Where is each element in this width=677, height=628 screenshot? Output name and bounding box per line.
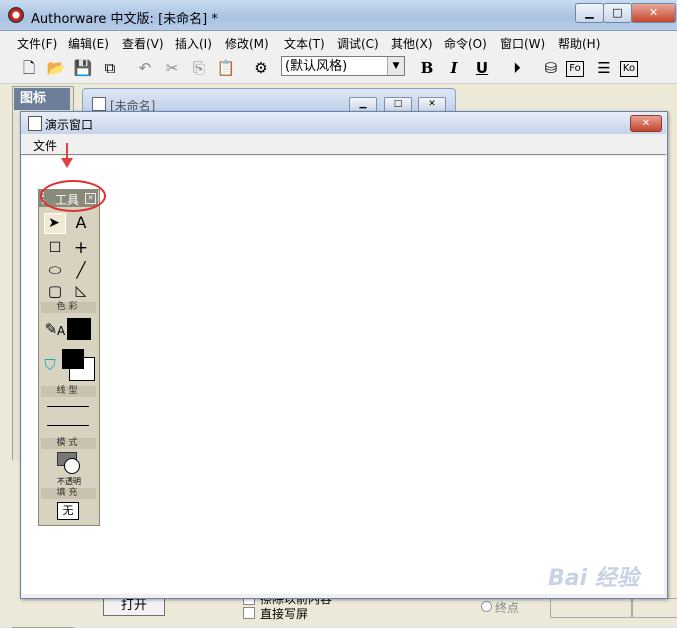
paste-icon[interactable]: 📋 — [215, 57, 237, 79]
import-icon[interactable]: ⧉ — [99, 57, 121, 79]
direct-write-checkbox[interactable] — [243, 607, 255, 619]
italic-button[interactable]: I — [443, 57, 465, 79]
menu-command[interactable]: 命令(O) — [444, 35, 487, 52]
fill-option[interactable]: 无 — [57, 502, 79, 520]
pointer-tool-icon[interactable]: ➤ — [44, 214, 64, 232]
run-icon[interactable]: ⏵ — [506, 57, 528, 79]
presentation-menu-bar — [21, 134, 666, 155]
style-select[interactable]: (默认风格) ▼ — [281, 56, 405, 76]
presentation-titlebar — [21, 112, 666, 134]
rounded-rectangle-tool-icon[interactable]: ▢ — [45, 282, 65, 300]
polygon-tool-icon[interactable]: ◺ — [71, 282, 91, 300]
section-mode: 模式 — [41, 438, 96, 449]
open-button[interactable]: 打开 — [103, 596, 165, 616]
copy-icon[interactable]: ⎘ — [188, 57, 210, 79]
ellipse-tool-icon[interactable]: ⬭ — [45, 261, 65, 279]
functions-button[interactable]: Fo — [566, 61, 584, 77]
direct-write-label: 直接写屏 — [260, 607, 309, 621]
menu-text[interactable]: 文本(T) — [284, 35, 325, 52]
property-field[interactable] — [632, 598, 677, 618]
app-title: Authorware 中文版: [未命名] * — [31, 12, 218, 27]
menu-modify[interactable]: 修改(M) — [225, 35, 269, 52]
chevron-down-icon: ▼ — [387, 57, 404, 75]
icons-panel-tab[interactable]: 图标 — [14, 88, 70, 110]
close-button[interactable]: ✕ — [631, 3, 676, 23]
presentation-window-icon — [28, 116, 42, 131]
section-fill: 填充 — [41, 488, 96, 499]
presentation-canvas[interactable] — [22, 156, 664, 594]
mode-circle-icon — [64, 458, 80, 474]
find-icon[interactable]: ⚙ — [250, 57, 272, 79]
bold-button[interactable]: B — [416, 57, 438, 79]
save-all-icon[interactable]: 💾 — [72, 57, 94, 79]
mode-label: 不透明 — [57, 477, 81, 486]
text-color-label: A — [57, 324, 66, 338]
line-tool-icon[interactable]: ╱ — [71, 261, 91, 279]
flowline-window-icon — [92, 97, 106, 111]
end-label: 终点 — [495, 601, 520, 615]
text-tool[interactable]: A — [71, 214, 91, 232]
menu-insert[interactable]: 插入(I) — [175, 35, 212, 52]
variables-icon[interactable]: ☰ — [593, 57, 615, 79]
open-file-icon[interactable]: 📂 — [45, 57, 67, 79]
menu-file[interactable]: 文件(F) — [17, 35, 57, 52]
new-file-icon[interactable]: 🗋 — [18, 57, 40, 79]
rectangle-tool-icon[interactable]: ☐ — [45, 239, 65, 257]
underline-button[interactable]: U — [471, 57, 493, 79]
menu-edit[interactable]: 编辑(E) — [68, 35, 109, 52]
section-color: 色彩 — [41, 302, 96, 313]
menu-other[interactable]: 其他(X) — [391, 35, 433, 52]
control-panel-icon[interactable]: ⛁ — [540, 57, 562, 79]
line-style-option[interactable] — [47, 406, 89, 407]
menu-window[interactable]: 窗口(W) — [500, 35, 545, 52]
minimize-button[interactable]: ▁ — [575, 3, 604, 23]
property-field[interactable] — [550, 598, 632, 618]
line-color-swatch[interactable] — [67, 318, 91, 340]
menu-help[interactable]: 帮助(H) — [558, 35, 600, 52]
foreground-color-swatch[interactable] — [62, 349, 84, 369]
menu-bar: 文件(F) 编辑(E) 查看(V) 插入(I) 修改(M) 文本(T) 调试(C… — [0, 31, 677, 53]
presentation-menu-file[interactable]: 文件 — [33, 137, 57, 154]
style-select-value: (默认风格) — [285, 59, 348, 74]
authorware-logo-icon — [8, 7, 24, 23]
line-style-option[interactable] — [47, 425, 89, 426]
end-radio[interactable] — [481, 601, 492, 612]
watermark: Bai 经验 — [548, 566, 639, 591]
presentation-title: 演示窗口 — [45, 118, 94, 132]
undo-icon[interactable]: ↶ — [134, 57, 156, 79]
toolbar: 🗋 📂 💾 ⧉ ↶ ✂ ⎘ 📋 ⚙ (默认风格) ▼ B I U ⏵ ⛁ Fo … — [0, 53, 677, 84]
menu-debug[interactable]: 调试(C) — [337, 35, 379, 52]
paint-bucket-icon: ⛉ — [44, 356, 56, 374]
section-line: 线型 — [41, 386, 96, 397]
knowledge-objects-button[interactable]: Ko — [620, 61, 638, 77]
cut-icon[interactable]: ✂ — [161, 57, 183, 79]
presentation-close-button[interactable]: ✕ — [630, 115, 662, 132]
maximize-button[interactable]: □ — [603, 3, 632, 23]
menu-view[interactable]: 查看(V) — [122, 35, 164, 52]
annotation-arrow-head — [61, 158, 73, 168]
cross-tool[interactable]: + — [71, 239, 91, 257]
annotation-highlight-ellipse — [40, 180, 106, 212]
